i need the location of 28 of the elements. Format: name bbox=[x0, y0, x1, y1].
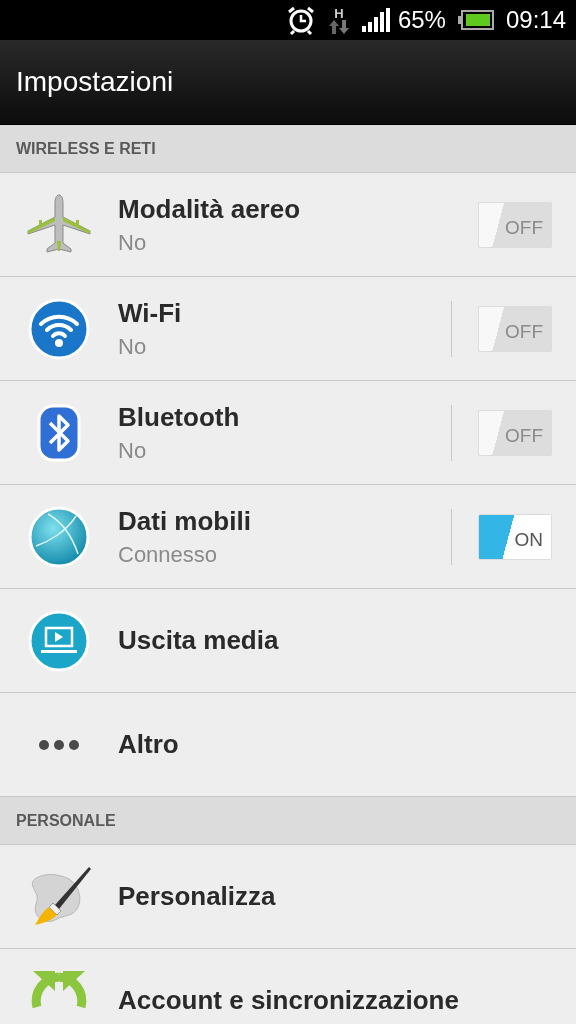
row-title: Modalità aereo bbox=[118, 192, 302, 225]
row-subtitle: No bbox=[118, 229, 148, 257]
row-title: Bluetooth bbox=[118, 400, 241, 433]
row-subtitle: No bbox=[118, 333, 148, 361]
battery-percent: 65% bbox=[397, 5, 446, 35]
battery-icon bbox=[457, 10, 494, 30]
row-title: Account e sincronizzazione bbox=[118, 984, 460, 1017]
row-title: Personalizza bbox=[118, 880, 277, 913]
data-arrows-icon bbox=[327, 19, 350, 34]
section-header-text: WIRELESS E RETI bbox=[16, 138, 156, 159]
globe-icon bbox=[28, 505, 90, 568]
clock-time: 09:14 bbox=[505, 5, 566, 35]
signal-icon bbox=[361, 8, 392, 32]
network-type-label: H bbox=[334, 6, 344, 20]
row-subtitle: Connesso bbox=[118, 541, 219, 569]
row-title: Altro bbox=[118, 728, 180, 761]
alarm-clock-icon bbox=[285, 5, 316, 35]
section-header-text: PERSONALE bbox=[16, 810, 116, 831]
wifi-icon bbox=[28, 297, 90, 360]
row-title: Wi-Fi bbox=[118, 296, 183, 329]
toggle-switch[interactable]: ON bbox=[478, 513, 552, 560]
screen-title: Impostazioni bbox=[16, 65, 174, 99]
row-title: Dati mobili bbox=[118, 504, 252, 537]
media-screen-icon bbox=[28, 609, 90, 672]
more-icon bbox=[38, 738, 80, 751]
row-subtitle: No bbox=[118, 437, 148, 465]
row-title: Uscita media bbox=[118, 624, 280, 657]
bluetooth-icon bbox=[37, 403, 81, 462]
